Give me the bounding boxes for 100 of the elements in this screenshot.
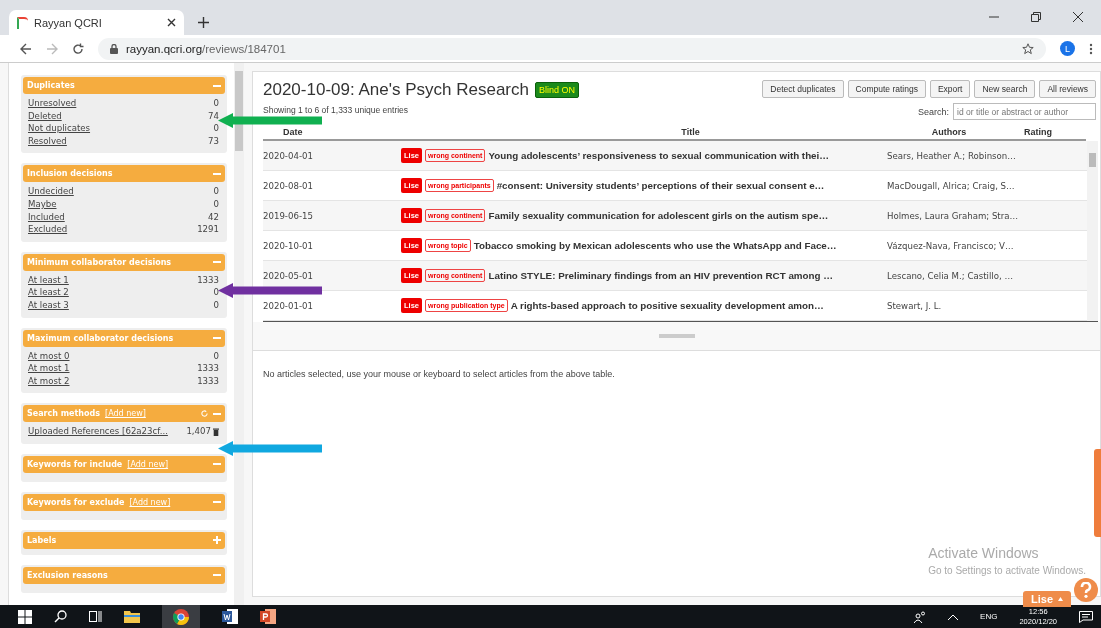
count-text: 0: [213, 197, 219, 211]
toolbar-button[interactable]: Export: [929, 80, 971, 98]
toolbar-button[interactable]: New search: [974, 80, 1036, 98]
authors-cell-text: Sears, Heather A.; Robinson…: [887, 150, 1017, 161]
article-title[interactable]: A rights-based approach to positive sexuality development amon…: [510, 300, 824, 311]
entries-info: Showing 1 to 6 of 1,333 unique entries: [263, 105, 410, 115]
panel-title: Exclusion reasons: [27, 570, 108, 580]
authors-cell-text: MacDougall, Alrica; Craig, S…: [887, 180, 1016, 191]
search-field[interactable]: id or title or abstract or author: [953, 103, 1096, 120]
slides-app-icon[interactable]: [260, 609, 276, 624]
filter-link[interactable]: At least 2: [28, 286, 69, 299]
address-bar[interactable]: rayyan.qcri.org/reviews/184701: [98, 37, 1046, 60]
restore-icon[interactable]: [1031, 12, 1041, 22]
notification-icon[interactable]: [1079, 610, 1093, 623]
filter-link[interactable]: At least 1: [28, 273, 69, 287]
date-cell-text: 2019-06-15: [263, 210, 314, 221]
windows-icon[interactable]: [18, 609, 32, 624]
search-label: Search:: [917, 106, 949, 117]
back-icon[interactable]: [20, 42, 32, 55]
folder-icon[interactable]: [124, 610, 140, 623]
scrollbar[interactable]: [1087, 141, 1098, 321]
article-title[interactable]: Young adolescents’ responsiveness to sexual communication with thei…: [488, 150, 830, 161]
menu-icon[interactable]: [1089, 42, 1093, 55]
logo-icon: [17, 16, 28, 29]
filter-link[interactable]: At most 1: [28, 362, 70, 375]
panel-title: Duplicates: [27, 81, 75, 90]
empty-message: No articles selected, use your mouse or keyboard to select articles from the above table.: [262, 368, 616, 381]
filter-link[interactable]: At most 2: [28, 374, 70, 388]
filter-link[interactable]: Included: [28, 210, 65, 224]
date-cell-text: 2020-04-01: [263, 150, 314, 161]
task-view-icon[interactable]: [89, 610, 102, 623]
panel-title: Keywords for exclude: [27, 497, 125, 507]
document-app-icon[interactable]: [222, 609, 238, 624]
panel-title: Search methods: [27, 409, 101, 419]
date-cell-text: 2020-08-01: [263, 180, 314, 191]
question-icon: [1079, 582, 1093, 598]
filter-link[interactable]: Deleted: [28, 109, 62, 123]
filter-link[interactable]: Not duplicates: [28, 122, 91, 135]
toolbar-button[interactable]: Compute ratings: [847, 80, 926, 98]
new-tab-icon[interactable]: [198, 17, 209, 28]
lock-icon: [110, 43, 118, 54]
star-icon[interactable]: [1022, 42, 1034, 55]
people-icon[interactable]: [914, 610, 927, 623]
count-text: 0: [213, 286, 219, 299]
authors-cell-text: Lescano, Celia M.; Castillo, …: [887, 270, 1014, 281]
filter-link[interactable]: Excluded: [28, 223, 68, 236]
activation-hint: Go to Settings to activate Windows.: [928, 565, 1086, 576]
filter-link[interactable]: Unresolved: [28, 97, 77, 110]
profile-avatar[interactable]: L: [1060, 41, 1075, 56]
browser-icon[interactable]: [173, 608, 189, 625]
filter-link[interactable]: Resolved: [28, 134, 67, 148]
url-text: rayyan.qcri.org/reviews/184701: [126, 42, 286, 55]
article-title[interactable]: Tobacco smoking by Mexican adolescents who use the WhatsApp and Face…: [473, 240, 837, 251]
column-header[interactable]: Title: [507, 127, 874, 137]
date-cell-text: 2020-10-01: [263, 240, 314, 251]
trash-icon[interactable]: [213, 427, 219, 436]
panel-title: Minimum collaborator decisions: [27, 257, 172, 267]
count-text: 0: [213, 97, 219, 110]
filter-link[interactable]: Undecided: [28, 185, 74, 198]
toolbar-button[interactable]: All reviews: [1039, 80, 1096, 98]
search-icon[interactable]: [54, 610, 67, 623]
reload-icon[interactable]: [72, 42, 84, 55]
article-title[interactable]: Latino STYLE: Preliminary findings from an HIV prevention RCT among …: [488, 270, 834, 281]
chevron-up-icon[interactable]: [948, 613, 959, 620]
language-indicator[interactable]: ENG: [980, 612, 998, 621]
date-cell-text: 2020-05-01: [263, 270, 314, 281]
close-icon[interactable]: [1073, 12, 1083, 22]
review-title: 2020-10-09: Ane's Psych Research: [263, 80, 529, 100]
count-text: 42: [208, 210, 219, 224]
close-icon[interactable]: [167, 18, 176, 27]
authors-cell-text: Holmes, Laura Graham; Stra…: [887, 210, 1020, 221]
count-text: 74: [208, 109, 219, 123]
authors-cell-text: Vázquez-Nava, Francisco; V…: [887, 240, 1015, 251]
toolbar-button[interactable]: Detect duplicates: [762, 80, 844, 98]
count-text: 1333: [197, 362, 219, 375]
filter-link[interactable]: At most 0: [28, 349, 70, 363]
count-text: 73: [208, 134, 219, 148]
count-text: 0: [213, 122, 219, 135]
article-title[interactable]: Family sexuality communication for adolescent girls on the autism spe…: [488, 210, 829, 221]
panel-title: Inclusion decisions: [27, 169, 113, 179]
count-text: 0: [213, 349, 219, 363]
filter-link[interactable]: Uploaded References [62a23cf...: [28, 425, 168, 438]
browser-tab[interactable]: Rayyan QCRI: [9, 10, 184, 35]
date-cell-text: 2020-01-01: [263, 300, 314, 311]
count-text: 1291: [197, 223, 219, 236]
count-text: 1333: [197, 273, 219, 287]
column-header[interactable]: Authors: [874, 127, 1024, 137]
filter-link[interactable]: At least 3: [28, 298, 69, 312]
panel-title: Keywords for include: [27, 459, 123, 469]
column-header[interactable]: Date: [283, 127, 421, 137]
panel-title: Maximum collaborator decisions: [27, 333, 174, 343]
article-title[interactable]: #consent: University students’ perceptions of their sexual consent e…: [496, 180, 825, 191]
count-text: 1,407: [186, 425, 211, 438]
resize-handle[interactable]: [658, 334, 695, 338]
scrollbar[interactable]: [234, 63, 244, 605]
count-text: 0: [213, 298, 219, 312]
column-header[interactable]: Rating: [1024, 127, 1086, 137]
panel-title: Labels: [27, 535, 57, 545]
authors-cell-text: Stewart, J. L.: [887, 300, 943, 311]
filter-link[interactable]: Maybe: [28, 197, 57, 211]
